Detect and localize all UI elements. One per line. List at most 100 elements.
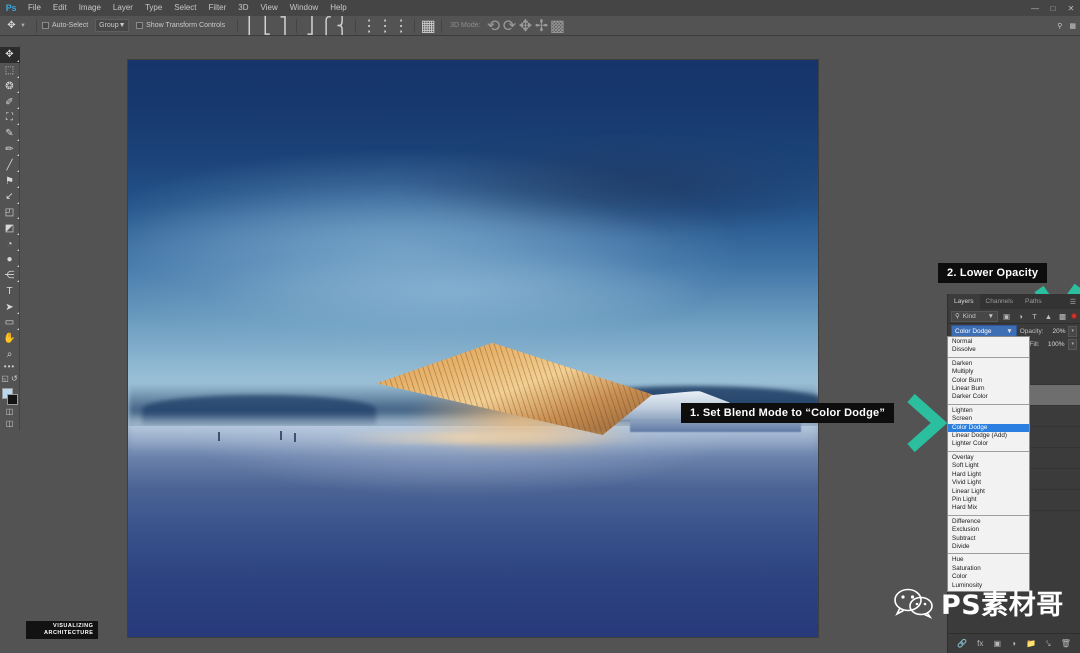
tool-path-selection-tool[interactable]: ➤ (0, 299, 20, 315)
distribute-horizontal-center-icon[interactable]: ⋮ (377, 18, 393, 34)
menu-item-multiply[interactable]: Multiply (948, 368, 1029, 376)
filter-toggle-switch[interactable] (1071, 313, 1077, 319)
distribute-right-icon[interactable]: ⋮ (393, 18, 409, 34)
align-horizontal-centers-icon[interactable]: ⎣ (259, 18, 275, 34)
menu-edit[interactable]: Edit (47, 0, 73, 16)
menu-item-saturation[interactable]: Saturation (948, 565, 1029, 573)
menu-item-color[interactable]: Color (948, 573, 1029, 581)
menu-item-pin-light[interactable]: Pin Light (948, 496, 1029, 504)
menu-item-linear-light[interactable]: Linear Light (948, 488, 1029, 496)
menu-item-screen[interactable]: Screen (948, 415, 1029, 423)
menu-item-overlay[interactable]: Overlay (948, 454, 1029, 462)
close-button[interactable]: ✕ (1062, 0, 1080, 16)
maximize-button[interactable]: □ (1044, 0, 1062, 16)
background-color-swatch[interactable] (7, 394, 18, 405)
tool-brush-tool[interactable]: ╱ (0, 157, 20, 173)
new-layer-icon[interactable]: ⤥ (1046, 639, 1051, 649)
adjustment-layer-icon[interactable]: ◑ (1011, 639, 1016, 648)
tool-rectangle-tool[interactable]: ▭ (0, 315, 20, 331)
quick-mask-icon[interactable]: ◫ (0, 405, 20, 417)
minimize-button[interactable]: — (1026, 0, 1044, 16)
adjustment-filter-icon[interactable]: ◑ (1015, 312, 1026, 321)
opacity-value[interactable]: 20% (1047, 328, 1066, 335)
menu-item-color-dodge[interactable]: Color Dodge (948, 424, 1029, 432)
menu-item-subtract[interactable]: Subtract (948, 535, 1029, 543)
align-vertical-centers-icon[interactable]: ⎧ (318, 18, 334, 34)
menu-item-darken[interactable]: Darken (948, 360, 1029, 368)
align-top-edges-icon[interactable]: ⎦ (302, 18, 318, 34)
menu-item-color-burn[interactable]: Color Burn (948, 377, 1029, 385)
menu-filter[interactable]: Filter (203, 0, 233, 16)
default-colors-icon[interactable]: ◱ ↺ (0, 372, 20, 384)
align-left-edges-icon[interactable]: ⎢ (243, 18, 259, 34)
tool-quick-selection-tool[interactable]: ✐ (0, 94, 20, 110)
opacity-stepper[interactable]: ▾ (1068, 326, 1077, 337)
search-icon[interactable]: ⚲ (1057, 22, 1062, 30)
type-filter-icon[interactable]: T (1029, 312, 1040, 321)
tool-dodge-tool[interactable]: ● (0, 252, 20, 268)
color-swatches[interactable] (0, 387, 20, 405)
pixel-filter-icon[interactable]: ▣ (1001, 312, 1012, 321)
tool-clone-stamp-tool[interactable]: ⚑ (0, 173, 20, 189)
link-layers-icon[interactable]: 🔗 (957, 639, 967, 648)
layer-kind-filter-dropdown[interactable]: ⚲ Kind ▼ (951, 311, 998, 322)
menu-item-darker-color[interactable]: Darker Color (948, 393, 1029, 401)
auto-select-checkbox[interactable]: Auto-Select (42, 22, 88, 29)
layer-mask-icon[interactable]: ▣ (993, 639, 1001, 648)
tool-marquee-tool[interactable]: ⬚ (0, 63, 20, 79)
tab-layers[interactable]: Layers (948, 294, 980, 309)
menu-item-hue[interactable]: Hue (948, 556, 1029, 564)
3d-scale-icon[interactable]: ▩ (549, 18, 565, 34)
tool-gradient-tool[interactable]: ◩ (0, 220, 20, 236)
workspace-icon[interactable]: ▦ (1069, 22, 1076, 30)
tool-type-tool[interactable]: T (0, 283, 20, 299)
menu-item-hard-light[interactable]: Hard Light (948, 471, 1029, 479)
move-tool-icon[interactable]: ✥ (3, 18, 20, 34)
menu-item-normal[interactable]: Normal (948, 338, 1029, 346)
tab-channels[interactable]: Channels (980, 294, 1019, 309)
menu-view[interactable]: View (255, 0, 284, 16)
new-group-icon[interactable]: 📁 (1026, 639, 1036, 648)
tool-zoom-tool[interactable]: ⌕ (0, 347, 20, 363)
menu-type[interactable]: Type (139, 0, 168, 16)
menu-item-dissolve[interactable]: Dissolve (948, 346, 1029, 354)
menu-3d[interactable]: 3D (232, 0, 254, 16)
tool-blur-tool[interactable]: ◔ (0, 236, 20, 252)
3d-roll-icon[interactable]: ⟳ (501, 18, 517, 34)
menu-item-hard-mix[interactable]: Hard Mix (948, 504, 1029, 512)
tool-eyedropper-tool[interactable]: ✎ (0, 126, 20, 142)
menu-help[interactable]: Help (324, 0, 352, 16)
menu-image[interactable]: Image (73, 0, 107, 16)
more-tools-icon[interactable]: ••• (4, 362, 15, 372)
menu-file[interactable]: File (22, 0, 47, 16)
menu-item-divide[interactable]: Divide (948, 543, 1029, 551)
3d-slide-icon[interactable]: ✢ (533, 18, 549, 34)
align-bottom-edges-icon[interactable]: ⎨ (334, 18, 350, 34)
blend-mode-dropdown-list[interactable]: Normal Dissolve Darken Multiply Color Bu… (947, 336, 1030, 592)
menu-item-exclusion[interactable]: Exclusion (948, 526, 1029, 534)
delete-layer-icon[interactable]: 🗑 (1061, 639, 1071, 648)
tool-eraser-tool[interactable]: ◰ (0, 205, 20, 221)
distribute-left-icon[interactable]: ⋮ (361, 18, 377, 34)
menu-item-linear-burn[interactable]: Linear Burn (948, 385, 1029, 393)
smart-object-filter-icon[interactable]: ▩ (1057, 312, 1068, 321)
tool-move-tool[interactable]: ✥ (0, 47, 20, 63)
menu-window[interactable]: Window (284, 0, 324, 16)
screen-mode-icon[interactable]: ◫ (0, 417, 20, 429)
distribute-spacing-icon[interactable]: ▦ (420, 18, 436, 34)
menu-item-vivid-light[interactable]: Vivid Light (948, 479, 1029, 487)
menu-item-lighter-color[interactable]: Lighter Color (948, 440, 1029, 448)
fill-value[interactable]: 100% (1043, 341, 1064, 348)
tool-hand-tool[interactable]: ✋ (0, 331, 20, 347)
fill-stepper[interactable]: ▾ (1068, 339, 1077, 350)
show-transform-controls-checkbox[interactable]: Show Transform Controls (136, 22, 225, 29)
tool-history-brush-tool[interactable]: ↙ (0, 189, 20, 205)
align-right-edges-icon[interactable]: ⎤ (275, 18, 291, 34)
menu-item-difference[interactable]: Difference (948, 518, 1029, 526)
tool-pen-tool[interactable]: ⋲ (0, 268, 20, 284)
image-canvas[interactable] (128, 60, 818, 637)
menu-layer[interactable]: Layer (107, 0, 139, 16)
tab-paths[interactable]: Paths (1019, 294, 1048, 309)
layer-style-icon[interactable]: fx (977, 639, 983, 648)
menu-item-lighten[interactable]: Lighten (948, 407, 1029, 415)
